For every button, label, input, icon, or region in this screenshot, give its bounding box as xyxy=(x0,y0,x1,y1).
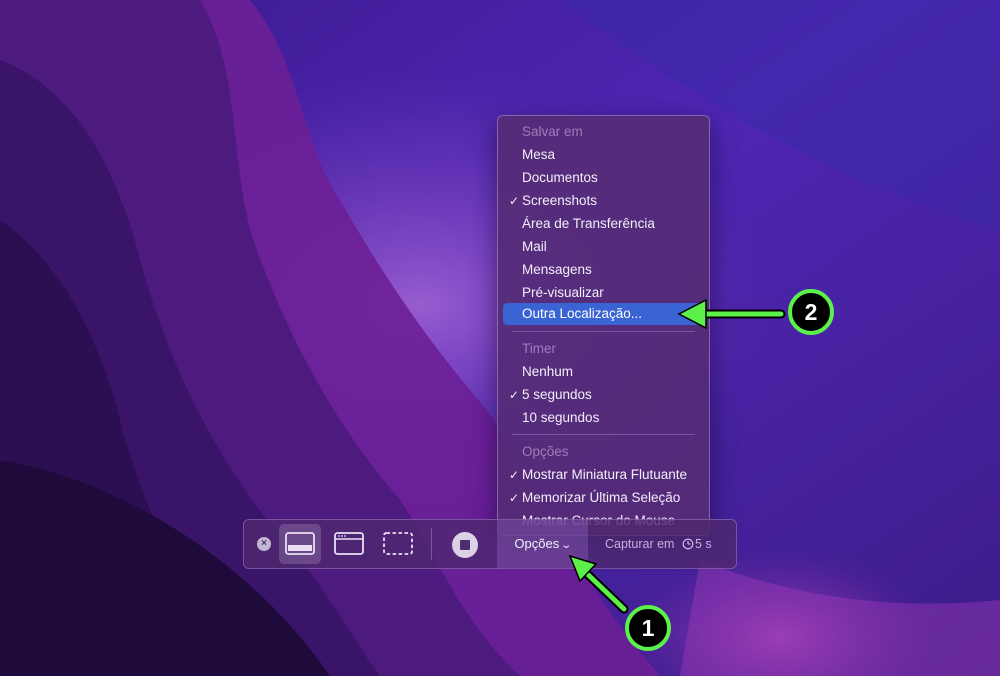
arrow-1-icon xyxy=(568,554,629,614)
arrow-2-icon xyxy=(677,298,786,330)
step-badge-1: 1 xyxy=(625,605,671,651)
annotation-layer xyxy=(568,298,786,614)
step-badge-2: 2 xyxy=(788,289,834,335)
